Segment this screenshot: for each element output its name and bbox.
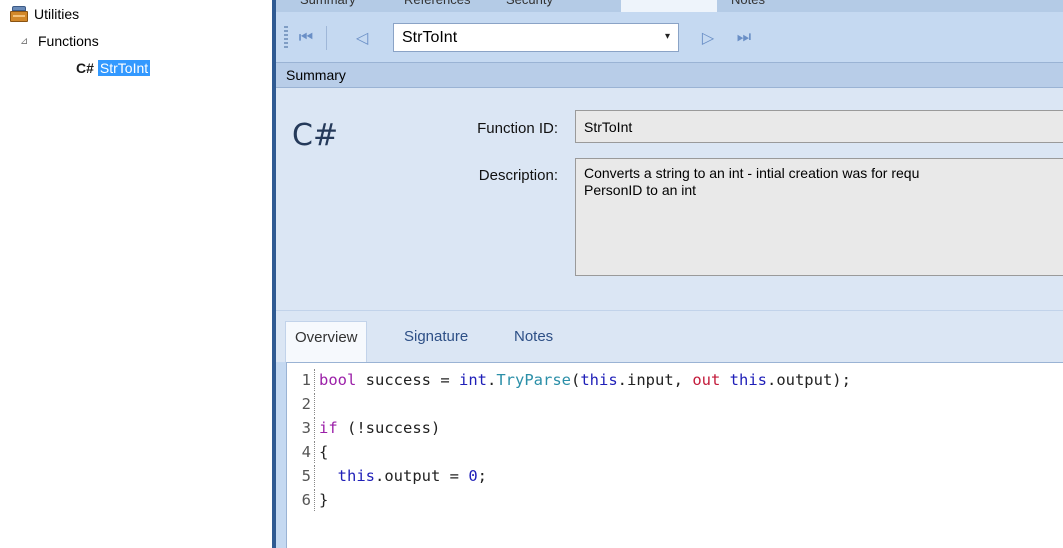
code-token: . — [486, 371, 497, 389]
code-token: this — [337, 467, 375, 485]
csharp-language-icon: C# — [292, 118, 339, 153]
code-token: this — [729, 371, 767, 389]
code-token: if — [319, 419, 338, 437]
code-token: (!success) — [337, 419, 441, 437]
top-tab-strip: Summary References Security Notes — [276, 0, 1063, 12]
function-editor-panel: Summary References Security Notes ⏮ ◁ St… — [276, 0, 1063, 548]
code-token: out — [692, 371, 721, 389]
code-token: { — [319, 443, 329, 461]
code-text: if (!success) — [315, 419, 440, 437]
summary-section: C# Function ID: StrToInt Description: Co… — [276, 88, 1063, 310]
code-line[interactable]: 6} — [287, 489, 328, 511]
tab-notes[interactable]: Notes — [731, 0, 765, 10]
code-line[interactable]: 5 this.output = 0; — [287, 465, 487, 487]
code-line[interactable]: 4{ — [287, 441, 328, 463]
next-record-icon[interactable]: ▷ — [696, 24, 720, 50]
line-number: 6 — [287, 489, 315, 511]
code-editor[interactable]: 1 bool success = int.TryParse(this.input,… — [286, 362, 1063, 548]
first-record-icon[interactable]: ⏮ — [294, 24, 318, 50]
function-id-field[interactable]: StrToInt — [575, 110, 1063, 143]
toolbar-divider — [326, 26, 327, 50]
database-icon — [10, 6, 28, 22]
code-token: .output); — [766, 371, 851, 389]
code-token: ; — [477, 467, 488, 485]
tab-security[interactable]: Security — [506, 0, 553, 10]
tree-node-utilities[interactable]: Utilities — [10, 4, 79, 24]
code-line[interactable]: 3 if (!success) — [287, 417, 440, 439]
object-tree: Utilities ⊿ Functions C# StrToInt — [0, 0, 272, 548]
tree-node-label: Functions — [38, 33, 99, 49]
tab-active[interactable] — [621, 0, 717, 12]
previous-record-icon[interactable]: ◁ — [350, 24, 374, 50]
tab-signature[interactable]: Signature — [404, 328, 468, 345]
line-number: 5 — [287, 465, 315, 487]
code-token: bool — [319, 371, 357, 389]
detail-tab-strip: Overview Signature Notes — [276, 310, 1063, 363]
tab-references[interactable]: References — [404, 0, 470, 10]
code-token: int — [458, 371, 487, 389]
line-number: 2 — [287, 393, 315, 415]
function-select-value: StrToInt — [402, 28, 458, 46]
code-line[interactable]: 2 — [287, 393, 319, 415]
description-label: Description: — [478, 167, 558, 184]
code-line[interactable]: 1 bool success = int.TryParse(this.input,… — [287, 369, 851, 391]
record-navigator: ⏮ ◁ StrToInt ▾ ▷ ⏭ — [276, 12, 1063, 62]
code-token: .output = — [375, 467, 469, 485]
code-token: 0 — [468, 467, 478, 485]
line-number: 4 — [287, 441, 315, 463]
code-text: bool success = int.TryParse(this.input, … — [315, 371, 851, 389]
code-text: } — [315, 491, 328, 509]
code-token: ( — [570, 371, 581, 389]
code-text: { — [315, 443, 328, 461]
tab-notes-detail[interactable]: Notes — [514, 328, 553, 345]
tab-summary[interactable]: Summary — [300, 0, 356, 10]
line-number: 1 — [287, 369, 315, 391]
code-token: } — [319, 491, 329, 509]
code-token: .input, — [617, 371, 693, 389]
section-header-summary: Summary — [276, 62, 1063, 88]
tree-node-functions[interactable]: ⊿ Functions — [20, 31, 99, 51]
tab-overview[interactable]: Overview — [285, 321, 367, 363]
tree-node-strtoint[interactable]: C# StrToInt — [76, 58, 151, 78]
function-select[interactable]: StrToInt ▾ — [393, 23, 679, 52]
toolbar-grip[interactable] — [284, 26, 288, 50]
tree-node-label-selected[interactable]: StrToInt — [97, 60, 151, 76]
code-token: TryParse — [496, 371, 571, 389]
code-token: this — [580, 371, 618, 389]
function-id-label: Function ID: — [477, 120, 558, 137]
collapse-toggle-icon[interactable]: ⊿ — [20, 36, 30, 47]
tree-node-label: Utilities — [34, 6, 80, 22]
code-text: this.output = 0; — [315, 467, 487, 485]
csharp-icon: C# — [76, 60, 94, 76]
last-record-icon[interactable]: ⏭ — [732, 24, 756, 50]
code-token: success = — [356, 371, 459, 389]
chevron-down-icon[interactable]: ▾ — [665, 31, 670, 42]
line-number: 3 — [287, 417, 315, 439]
description-field[interactable]: Converts a string to an int - intial cre… — [575, 158, 1063, 276]
